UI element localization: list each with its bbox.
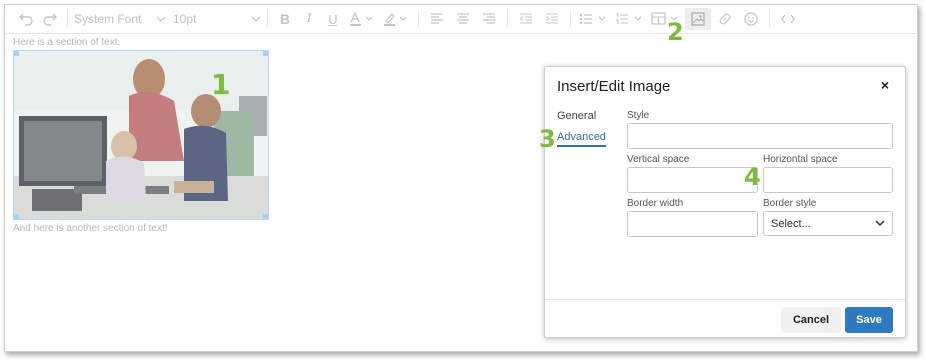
- indent-icon[interactable]: [540, 8, 564, 30]
- border-width-field[interactable]: [627, 211, 758, 237]
- vertical-space-field[interactable]: [627, 167, 758, 193]
- chevron-down-icon: [251, 16, 261, 22]
- toolbar-divider: [267, 10, 268, 28]
- resize-handle[interactable]: [14, 51, 19, 56]
- save-button[interactable]: Save: [845, 307, 893, 333]
- annotation-number-3: 3: [539, 125, 556, 153]
- border-style-value: Select...: [771, 217, 811, 230]
- tab-advanced[interactable]: Advanced: [557, 131, 606, 147]
- annotation-number-4: 4: [744, 163, 761, 191]
- border-style-select[interactable]: Select...: [763, 211, 893, 236]
- dialog-title: Insert/Edit Image: [557, 78, 671, 95]
- align-left-icon[interactable]: [425, 8, 449, 30]
- align-right-icon[interactable]: [477, 8, 501, 30]
- toolbar: System Font 10pt B I U: [5, 5, 917, 34]
- bullet-list-icon[interactable]: [577, 8, 611, 30]
- underline-icon[interactable]: U: [322, 8, 344, 30]
- toolbar-divider: [769, 10, 770, 28]
- text-color-icon[interactable]: [346, 8, 378, 30]
- font-size-select[interactable]: 10pt: [173, 8, 261, 30]
- toolbar-divider: [418, 10, 419, 28]
- font-family-select[interactable]: System Font: [74, 8, 166, 30]
- font-family-value: System Font: [74, 12, 142, 26]
- vertical-space-label: Vertical space: [627, 154, 690, 165]
- italic-icon[interactable]: I: [298, 8, 320, 30]
- numbered-list-icon[interactable]: [613, 8, 647, 30]
- resize-handle[interactable]: [14, 214, 19, 219]
- horizontal-space-label: Horizontal space: [763, 154, 838, 165]
- style-label: Style: [627, 110, 650, 121]
- toolbar-divider: [507, 10, 508, 28]
- annotation-number-1: 1: [211, 68, 231, 101]
- font-size-value: 10pt: [173, 12, 197, 26]
- border-width-label: Border width: [627, 198, 684, 209]
- toolbar-divider: [67, 10, 68, 28]
- emoji-icon[interactable]: [739, 8, 763, 30]
- source-code-icon[interactable]: [776, 8, 800, 30]
- tab-general[interactable]: General: [557, 110, 596, 122]
- outdent-icon[interactable]: [514, 8, 538, 30]
- insert-image-icon[interactable]: [685, 8, 711, 30]
- style-field[interactable]: [627, 123, 893, 149]
- align-center-icon[interactable]: [451, 8, 475, 30]
- cancel-button[interactable]: Cancel: [781, 307, 841, 333]
- resize-handle[interactable]: [263, 51, 268, 56]
- close-icon[interactable]: ×: [881, 77, 889, 93]
- chevron-down-icon: [875, 220, 885, 227]
- redo-icon[interactable]: [39, 8, 61, 30]
- insert-edit-image-dialog: Insert/Edit Image × General Advanced 3 S…: [539, 66, 906, 338]
- horizontal-space-field[interactable]: [763, 167, 893, 193]
- paragraph-before-image: Here is a section of text.: [13, 37, 121, 48]
- paragraph-after-image: And here is another section of text!: [13, 223, 168, 234]
- resize-handle[interactable]: [263, 214, 268, 219]
- link-icon[interactable]: [713, 8, 737, 30]
- toolbar-divider: [570, 10, 571, 28]
- selected-image[interactable]: [13, 50, 269, 220]
- highlight-color-icon[interactable]: [380, 8, 412, 30]
- border-style-label: Border style: [763, 198, 817, 209]
- chevron-down-icon: [156, 16, 166, 22]
- undo-icon[interactable]: [15, 8, 37, 30]
- bold-icon[interactable]: B: [274, 8, 296, 30]
- dialog-footer-divider: [545, 299, 905, 300]
